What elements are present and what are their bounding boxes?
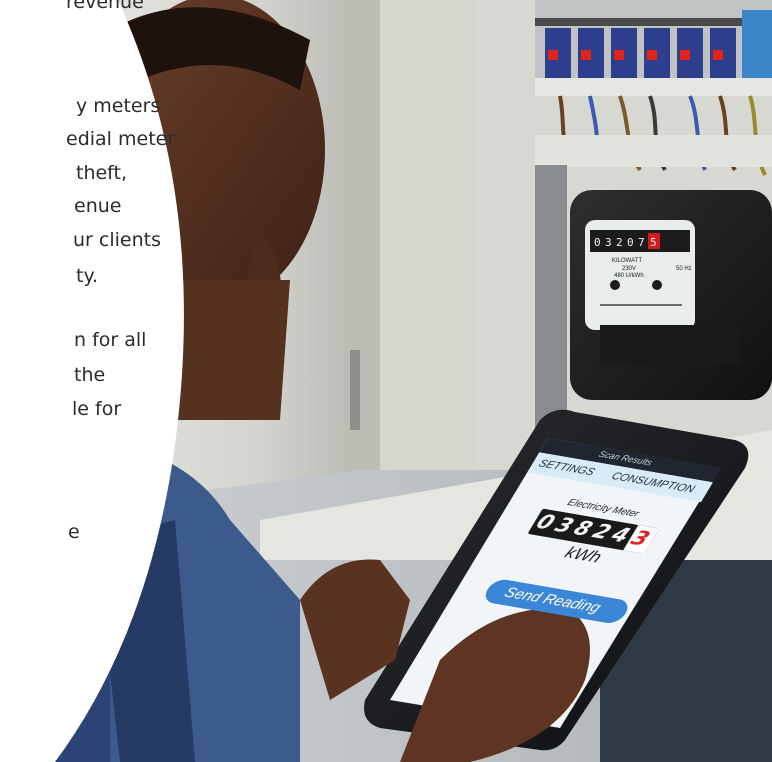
- copy-line: enue: [74, 195, 122, 217]
- copy-line: theft,: [76, 162, 128, 184]
- copy-line: le for: [72, 398, 122, 420]
- copy-line: ty.: [76, 265, 99, 287]
- copy-line: the: [74, 364, 106, 386]
- marketing-copy: revenue y meters edial meter theft, enue…: [0, 0, 200, 762]
- copy-line: e: [68, 521, 80, 543]
- copy-line: y meters: [76, 95, 161, 117]
- copy-line: n for all: [74, 329, 147, 351]
- copy-line: edial meter: [66, 128, 176, 150]
- copy-line: ur clients: [73, 229, 161, 251]
- copy-line: revenue: [66, 0, 144, 13]
